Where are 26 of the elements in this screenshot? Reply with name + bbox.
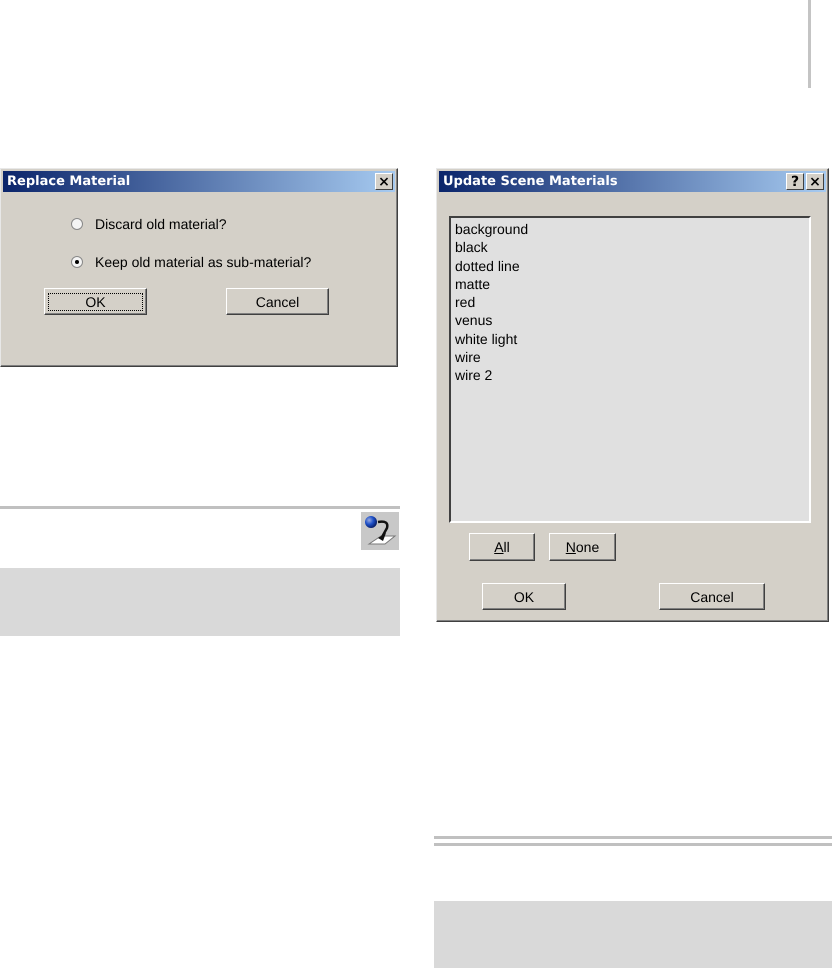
list-item[interactable]: wire [455, 348, 809, 366]
list-item[interactable]: background [455, 220, 809, 238]
list-item[interactable]: venus [455, 311, 809, 330]
list-item[interactable]: white light [455, 330, 809, 348]
dialog-button[interactable]: OK [44, 288, 147, 315]
help-button[interactable]: ? [786, 173, 804, 190]
radio-label[interactable]: Keep old material as sub-material? [95, 254, 312, 270]
close-button[interactable]: × [806, 173, 824, 190]
material-list[interactable]: background black dotted line matte red venus white light wire wire 2 [449, 216, 811, 523]
dialog-button[interactable]: Cancel [226, 288, 329, 315]
dialog-button[interactable]: Cancel [659, 583, 765, 610]
list-item[interactable]: dotted line [455, 256, 809, 275]
list-item[interactable]: black [455, 238, 809, 257]
window-title: Update Scene Materials [443, 174, 618, 189]
close-button[interactable]: × [375, 173, 393, 190]
radio-button[interactable] [71, 218, 83, 230]
list-item[interactable]: red [455, 293, 809, 312]
radio-button[interactable] [71, 256, 83, 268]
list-item[interactable]: matte [455, 274, 809, 294]
window-title: Replace Material [7, 174, 130, 189]
radio-label[interactable]: Discard old material? [95, 216, 226, 232]
sphere-arrow-plane-icon[interactable] [361, 512, 399, 550]
select-button[interactable]: All [469, 533, 535, 561]
list-item[interactable]: wire 2 [455, 366, 809, 385]
dialog-button[interactable]: OK [482, 583, 566, 610]
select-button[interactable]: None [549, 533, 616, 561]
